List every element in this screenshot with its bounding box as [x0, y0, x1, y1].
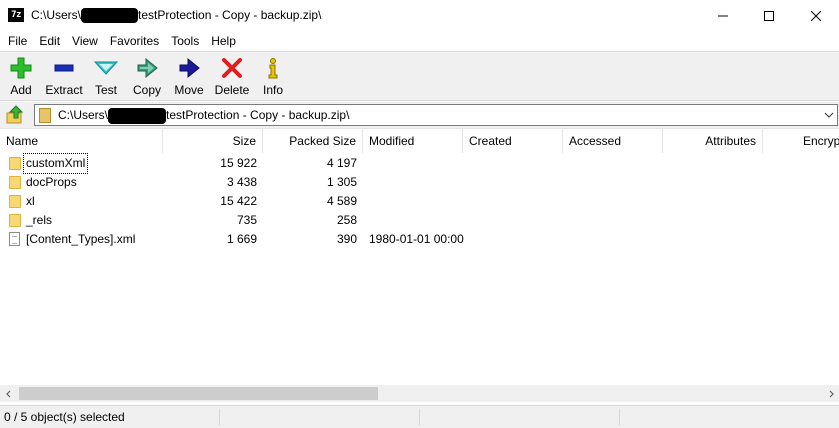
folder-icon — [9, 214, 21, 227]
item-name: xl — [26, 194, 35, 208]
test-label: Test — [94, 83, 117, 97]
maximize-icon — [764, 10, 774, 21]
window-title: C:\Users\ testProtection - Copy - backup.… — [31, 8, 322, 24]
item-name: customXml — [22, 153, 89, 174]
list-item[interactable]: xl 15 422 4 589 — [0, 192, 839, 211]
minimize-button[interactable] — [700, 0, 746, 31]
scroll-left-button[interactable] — [0, 385, 17, 402]
item-size: 15 922 — [220, 156, 257, 170]
list-item[interactable]: _rels 735 258 — [0, 211, 839, 230]
redacted-username — [108, 108, 167, 124]
item-modified: 1980-01-01 00:00 — [369, 232, 464, 246]
menu-file[interactable]: File — [2, 31, 33, 51]
column-header-attributes[interactable]: Attributes — [663, 129, 763, 153]
address-bar: C:\Users\ testProtection - Copy - backup.… — [0, 102, 839, 128]
list-item[interactable]: customXml 15 922 4 197 — [0, 153, 839, 174]
add-button[interactable]: Add — [4, 55, 38, 99]
menu-tools[interactable]: Tools — [165, 31, 205, 51]
menu-help[interactable]: Help — [205, 31, 242, 51]
chevron-right-icon — [829, 390, 834, 397]
address-path-prefix: C:\Users\ — [58, 108, 109, 123]
test-icon — [94, 61, 118, 75]
title-bar: 7z C:\Users\ testProtection - Copy - back… — [0, 0, 839, 31]
add-icon — [10, 57, 32, 79]
maximize-button[interactable] — [746, 0, 792, 31]
item-packed-size: 1 305 — [326, 175, 357, 189]
redacted-username — [81, 8, 139, 24]
info-icon — [268, 58, 278, 79]
chevron-down-icon[interactable] — [824, 110, 834, 120]
column-header-encrypted[interactable]: Encryp — [763, 129, 839, 153]
item-size: 735 — [236, 213, 257, 227]
item-name: _rels — [26, 213, 53, 227]
close-icon — [811, 10, 821, 21]
up-folder-icon — [6, 105, 24, 124]
item-size: 15 422 — [220, 194, 257, 208]
extract-button[interactable]: Extract — [42, 55, 86, 99]
status-segment-4 — [620, 409, 820, 426]
address-input[interactable]: C:\Users\ testProtection - Copy - backup.… — [34, 104, 838, 126]
7zip-app-icon: 7z — [8, 8, 24, 22]
copy-label: Copy — [132, 83, 161, 97]
up-folder-button[interactable] — [4, 105, 26, 125]
item-packed-size: 390 — [336, 232, 357, 246]
status-bar: 0 / 5 object(s) selected — [0, 405, 839, 428]
item-size: 1 669 — [226, 232, 257, 246]
info-button[interactable]: Info — [258, 55, 288, 99]
item-packed-size: 4 197 — [326, 156, 357, 170]
minimize-icon — [718, 15, 728, 16]
move-label: Move — [174, 83, 204, 97]
selection-status: 0 / 5 object(s) selected — [0, 409, 220, 426]
menu-edit[interactable]: Edit — [33, 31, 66, 51]
toolbar: Add Extract Test Copy Move Delete Info — [0, 51, 839, 101]
test-button[interactable]: Test — [90, 55, 122, 99]
address-path-suffix: testProtection - Copy - backup.zip\ — [166, 108, 350, 123]
copy-icon — [137, 57, 158, 79]
zip-archive-icon — [39, 108, 51, 123]
status-segment-3 — [420, 409, 620, 426]
extract-label: Extract — [45, 83, 83, 97]
close-button[interactable] — [793, 0, 839, 31]
list-item[interactable]: [Content_Types].xml 1 669 390 1980-01-01… — [0, 230, 839, 249]
status-segment-2 — [220, 409, 420, 426]
column-header-created[interactable]: Created — [463, 129, 563, 153]
column-header-modified[interactable]: Modified — [363, 129, 463, 153]
chevron-left-icon — [5, 390, 10, 397]
add-label: Add — [10, 83, 32, 97]
item-packed-size: 4 589 — [326, 194, 357, 208]
info-label: Info — [262, 83, 283, 97]
horizontal-scrollbar[interactable] — [0, 385, 839, 402]
menu-view[interactable]: View — [66, 31, 104, 51]
item-name: docProps — [26, 175, 77, 189]
column-header-accessed[interactable]: Accessed — [563, 129, 663, 153]
folder-icon — [9, 195, 21, 208]
folder-icon — [9, 157, 21, 170]
item-name: [Content_Types].xml — [26, 232, 136, 246]
scroll-right-button[interactable] — [822, 385, 839, 402]
list-item[interactable]: docProps 3 438 1 305 — [0, 173, 839, 192]
address-path: C:\Users\ testProtection - Copy - backup.… — [58, 108, 349, 124]
item-packed-size: 258 — [336, 213, 357, 227]
file-list: Name Size Packed Size Modified Created A… — [0, 128, 839, 404]
delete-label: Delete — [214, 83, 250, 97]
move-icon — [179, 57, 200, 79]
copy-button[interactable]: Copy — [128, 55, 166, 99]
column-header-name[interactable]: Name — [0, 129, 163, 153]
folder-icon — [9, 176, 21, 189]
title-path-prefix: C:\Users\ — [31, 8, 82, 22]
column-header-size[interactable]: Size — [163, 129, 263, 153]
title-path-suffix: testProtection - Copy - backup.zip\ — [138, 8, 322, 22]
item-size: 3 438 — [226, 175, 257, 189]
delete-icon — [222, 58, 242, 78]
extract-icon — [54, 64, 74, 72]
delete-button[interactable]: Delete — [212, 55, 252, 99]
column-header-packed-size[interactable]: Packed Size — [263, 129, 363, 153]
menu-favorites[interactable]: Favorites — [104, 31, 165, 51]
scrollbar-thumb[interactable] — [19, 387, 378, 400]
move-button[interactable]: Move — [171, 55, 207, 99]
file-icon — [9, 232, 20, 246]
menu-bar: File Edit View Favorites Tools Help — [0, 31, 839, 51]
